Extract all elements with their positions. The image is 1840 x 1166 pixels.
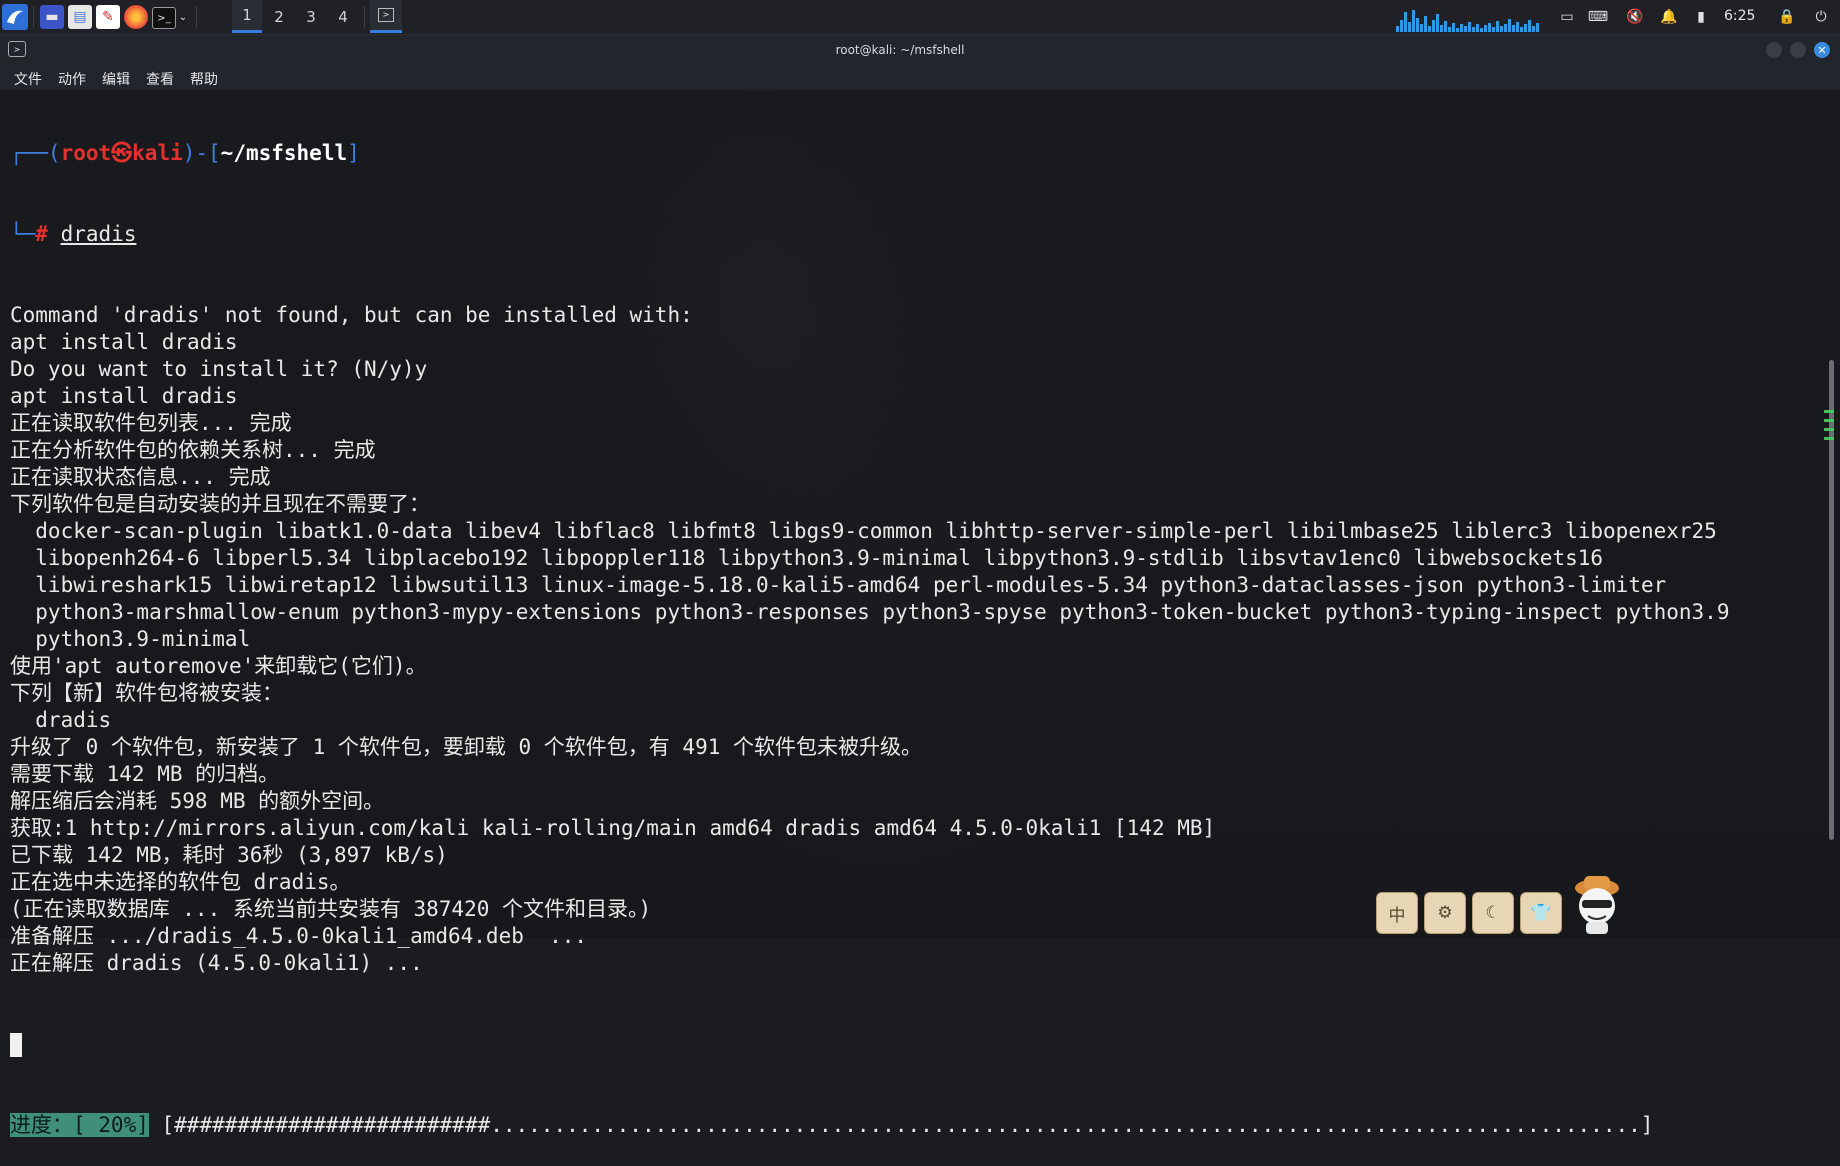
terminal-cursor xyxy=(10,1033,22,1057)
output-line: docker-scan-plugin libatk1.0-data libev4… xyxy=(10,519,1717,543)
logout-icon[interactable]: ⏻ xyxy=(1812,8,1830,26)
workspace-1[interactable]: 1 xyxy=(232,0,262,33)
minimize-button[interactable] xyxy=(1766,42,1782,58)
output-line: 正在解压 dradis (4.5.0-0kali1) ... xyxy=(10,951,423,975)
terminal-window-task-icon[interactable]: > xyxy=(370,0,402,33)
output-line: libopenh264-6 libperl5.34 libplacebo192 … xyxy=(10,546,1604,570)
typed-command: dradis xyxy=(60,222,137,246)
terminal-output[interactable]: ┌──(root㉿kali)-[~/msfshell] └─# dradis C… xyxy=(10,86,1810,1137)
output-line: Do you want to install it? (N/y)y xyxy=(10,357,428,381)
taskbar: ▬ ▤ ✎ >_ ⌄ 1 2 3 4 > ▭ ⌨ 🔇 🔔 ▮ 6:25 🔒 ⏻ xyxy=(0,0,1840,35)
lock-icon[interactable]: 🔒 xyxy=(1778,8,1796,26)
output-line: libwireshark15 libwiretap12 libwsutil13 … xyxy=(10,573,1667,597)
output-line: 获取:1 http://mirrors.aliyun.com/kali kali… xyxy=(10,816,1216,840)
volume-muted-icon[interactable]: 🔇 xyxy=(1626,8,1644,26)
network-monitor-graph xyxy=(1396,10,1539,32)
output-line: 使用'apt autoremove'来卸载它(它们)。 xyxy=(10,654,427,678)
maximize-button[interactable] xyxy=(1790,42,1806,58)
workspace-4[interactable]: 4 xyxy=(328,0,358,33)
overlay-settings-button[interactable]: ⚙ xyxy=(1424,892,1466,934)
cursor-line xyxy=(10,1031,1810,1058)
firefox-icon[interactable] xyxy=(124,5,148,29)
output-line: Command 'dradis' not found, but can be i… xyxy=(10,303,693,327)
close-button[interactable]: ✕ xyxy=(1814,42,1830,58)
prompt-line-1: ┌──(root㉿kali)-[~/msfshell] xyxy=(10,141,360,165)
taskbar-separator xyxy=(33,6,34,28)
output-line: apt install dradis xyxy=(10,330,238,354)
prompt-line-2: └─# dradis xyxy=(10,222,137,246)
output-line: 需要下载 142 MB 的归档。 xyxy=(10,762,280,786)
progress-bar: [#########################..............… xyxy=(161,1113,1654,1137)
output-line: 正在读取软件包列表... 完成 xyxy=(10,411,292,435)
output-line: dradis xyxy=(10,708,112,732)
text-editor-icon[interactable]: ✎ xyxy=(96,5,120,29)
workspace-3[interactable]: 3 xyxy=(296,0,326,33)
window-title: root@kali: ~/msfshell xyxy=(835,43,965,57)
window-titlebar[interactable]: > root@kali: ~/msfshell ✕ xyxy=(0,36,1840,64)
terminal-icon[interactable]: >_ xyxy=(152,7,176,29)
output-line: python3-marshmallow-enum python3-mypy-ex… xyxy=(10,600,1730,624)
output-line: python3.9-minimal xyxy=(10,627,251,651)
display-icon[interactable]: ▭ xyxy=(1558,8,1576,26)
output-line: 下列【新】软件包将被安装： xyxy=(10,681,283,705)
scrollbar-markers xyxy=(1824,410,1836,462)
overlay-skin-button[interactable]: 👕 xyxy=(1520,892,1562,934)
output-line: 正在读取状态信息... 完成 xyxy=(10,465,271,489)
notification-bell-icon[interactable]: 🔔 xyxy=(1660,8,1678,26)
keyboard-icon[interactable]: ⌨ xyxy=(1588,8,1608,26)
command-output: Command 'dradis' not found, but can be i… xyxy=(10,302,1810,977)
overlay-chinese-input-button[interactable]: 中 xyxy=(1376,892,1418,934)
progress-line: 进度：[ 20%] [#########################....… xyxy=(10,1112,1810,1139)
kali-menu-icon[interactable] xyxy=(2,4,28,30)
output-line: 已下载 142 MB，耗时 36秒 (3,897 kB/s) xyxy=(10,843,448,867)
output-line: 解压缩后会消耗 598 MB 的额外空间。 xyxy=(10,789,385,813)
workspace-2[interactable]: 2 xyxy=(264,0,294,33)
output-line: 正在分析软件包的依赖关系树... 完成 xyxy=(10,438,376,462)
taskbar-separator xyxy=(364,6,365,28)
taskbar-separator xyxy=(196,6,197,28)
chevron-down-icon[interactable]: ⌄ xyxy=(176,5,190,29)
output-line: 升级了 0 个软件包，新安装了 1 个软件包，要卸载 0 个软件包，有 491 … xyxy=(10,735,922,759)
progress-label: 进度：[ 20%] xyxy=(10,1113,149,1137)
mascot-icon[interactable] xyxy=(1564,870,1630,936)
file-manager-icon[interactable]: ▤ xyxy=(68,5,92,29)
output-line: apt install dradis xyxy=(10,384,238,408)
clock[interactable]: 6:25 xyxy=(1724,8,1755,24)
overlay-night-mode-button[interactable]: ☾ xyxy=(1472,892,1514,934)
battery-icon[interactable]: ▮ xyxy=(1696,8,1706,26)
desktop-icon[interactable]: ▬ xyxy=(40,5,64,29)
output-line: 下列软件包是自动安装的并且现在不需要了： xyxy=(10,492,430,516)
